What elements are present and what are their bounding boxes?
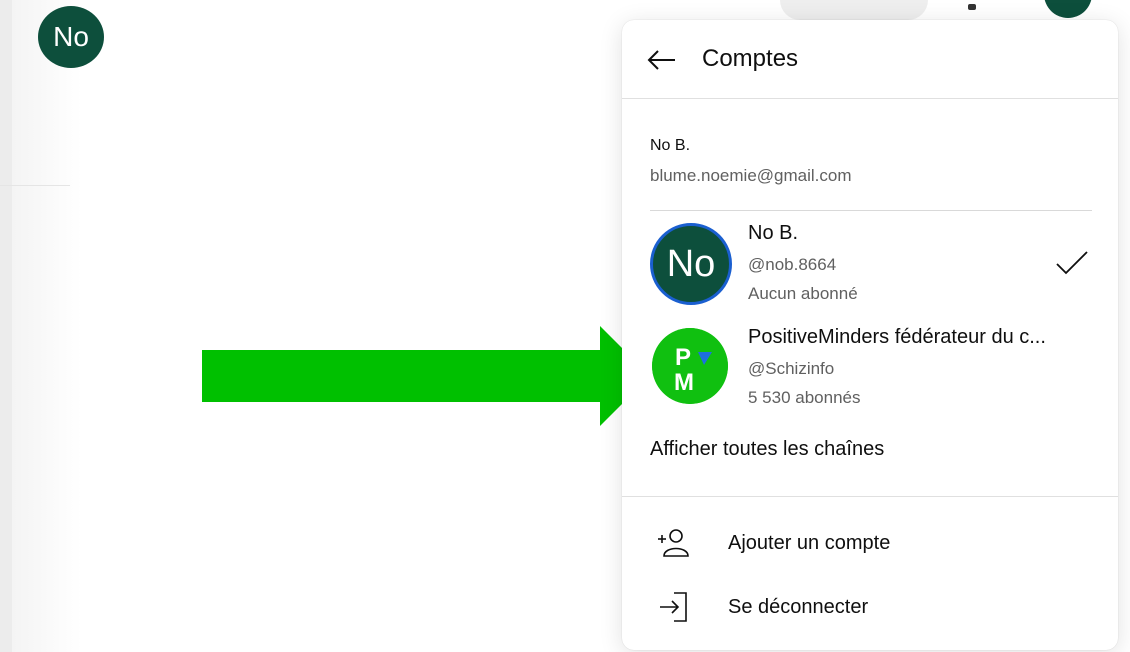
add-account-label: Ajouter un compte [728,532,891,554]
background-divider [0,185,70,186]
channel-subscribers: 5 530 abonnés [748,388,861,407]
svg-text:P: P [675,344,691,371]
current-account-name: No B. [650,137,691,154]
actions-divider [622,496,1118,497]
back-button[interactable] [644,42,680,78]
add-account-icon [658,529,689,557]
show-all-channels-link[interactable]: Afficher toutes les chaînes [650,438,884,461]
add-account-button[interactable]: Ajouter un compte [622,512,1118,572]
menu-title: Comptes [702,45,799,72]
sign-out-icon [660,592,687,622]
channel-handle: @nob.8664 [748,255,837,274]
section-divider [650,210,1092,211]
channel-avatar: No [650,223,732,305]
left-edge-strip [0,0,12,652]
arrow-left-icon [647,50,675,70]
background-top-marker [968,4,976,10]
sign-out-label: Se déconnecter [728,596,869,618]
channel-item-positiveminders[interactable]: P M PositiveMinders fédérateur du c... @… [622,320,1118,420]
channel-item-nob[interactable]: No No B. @nob.8664 Aucun abonné [622,218,1118,318]
channel-name: PositiveMinders fédérateur du c... [748,326,1046,348]
menu-header: Comptes [622,20,1118,99]
channel-handle: @Schizinfo [748,359,835,378]
accounts-menu: Comptes No B. blume.noemie@gmail.com No … [622,20,1118,650]
annotation-arrow [202,326,650,426]
channel-name: No B. [748,222,799,244]
current-account-email: blume.noemie@gmail.com [650,166,852,185]
background-sidebar-shade [12,0,82,652]
svg-text:M: M [674,369,694,396]
sign-out-button[interactable]: Se déconnecter [622,576,1118,636]
checkmark-icon [1056,251,1088,275]
channel-subscribers: Aucun abonné [748,284,858,303]
background-top-pill [780,0,928,20]
pm-logo-icon: P M [652,328,728,404]
background-avatar[interactable]: No [38,6,104,68]
channel-logo: P M [652,328,728,404]
